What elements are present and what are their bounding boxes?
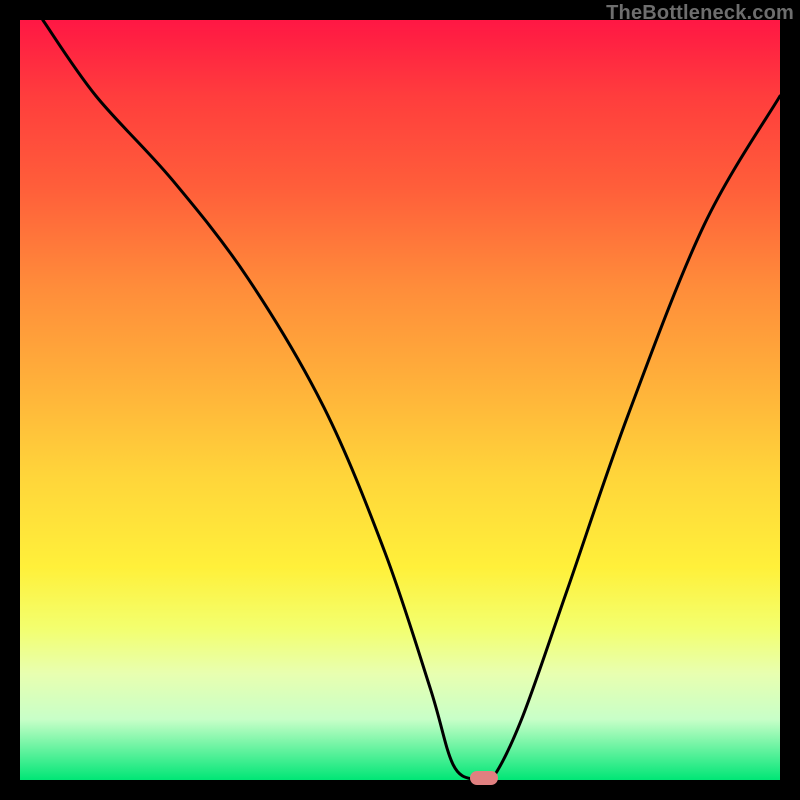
chart-container: TheBottleneck.com [0,0,800,800]
optimum-marker [470,771,498,785]
plot-area [20,20,780,780]
